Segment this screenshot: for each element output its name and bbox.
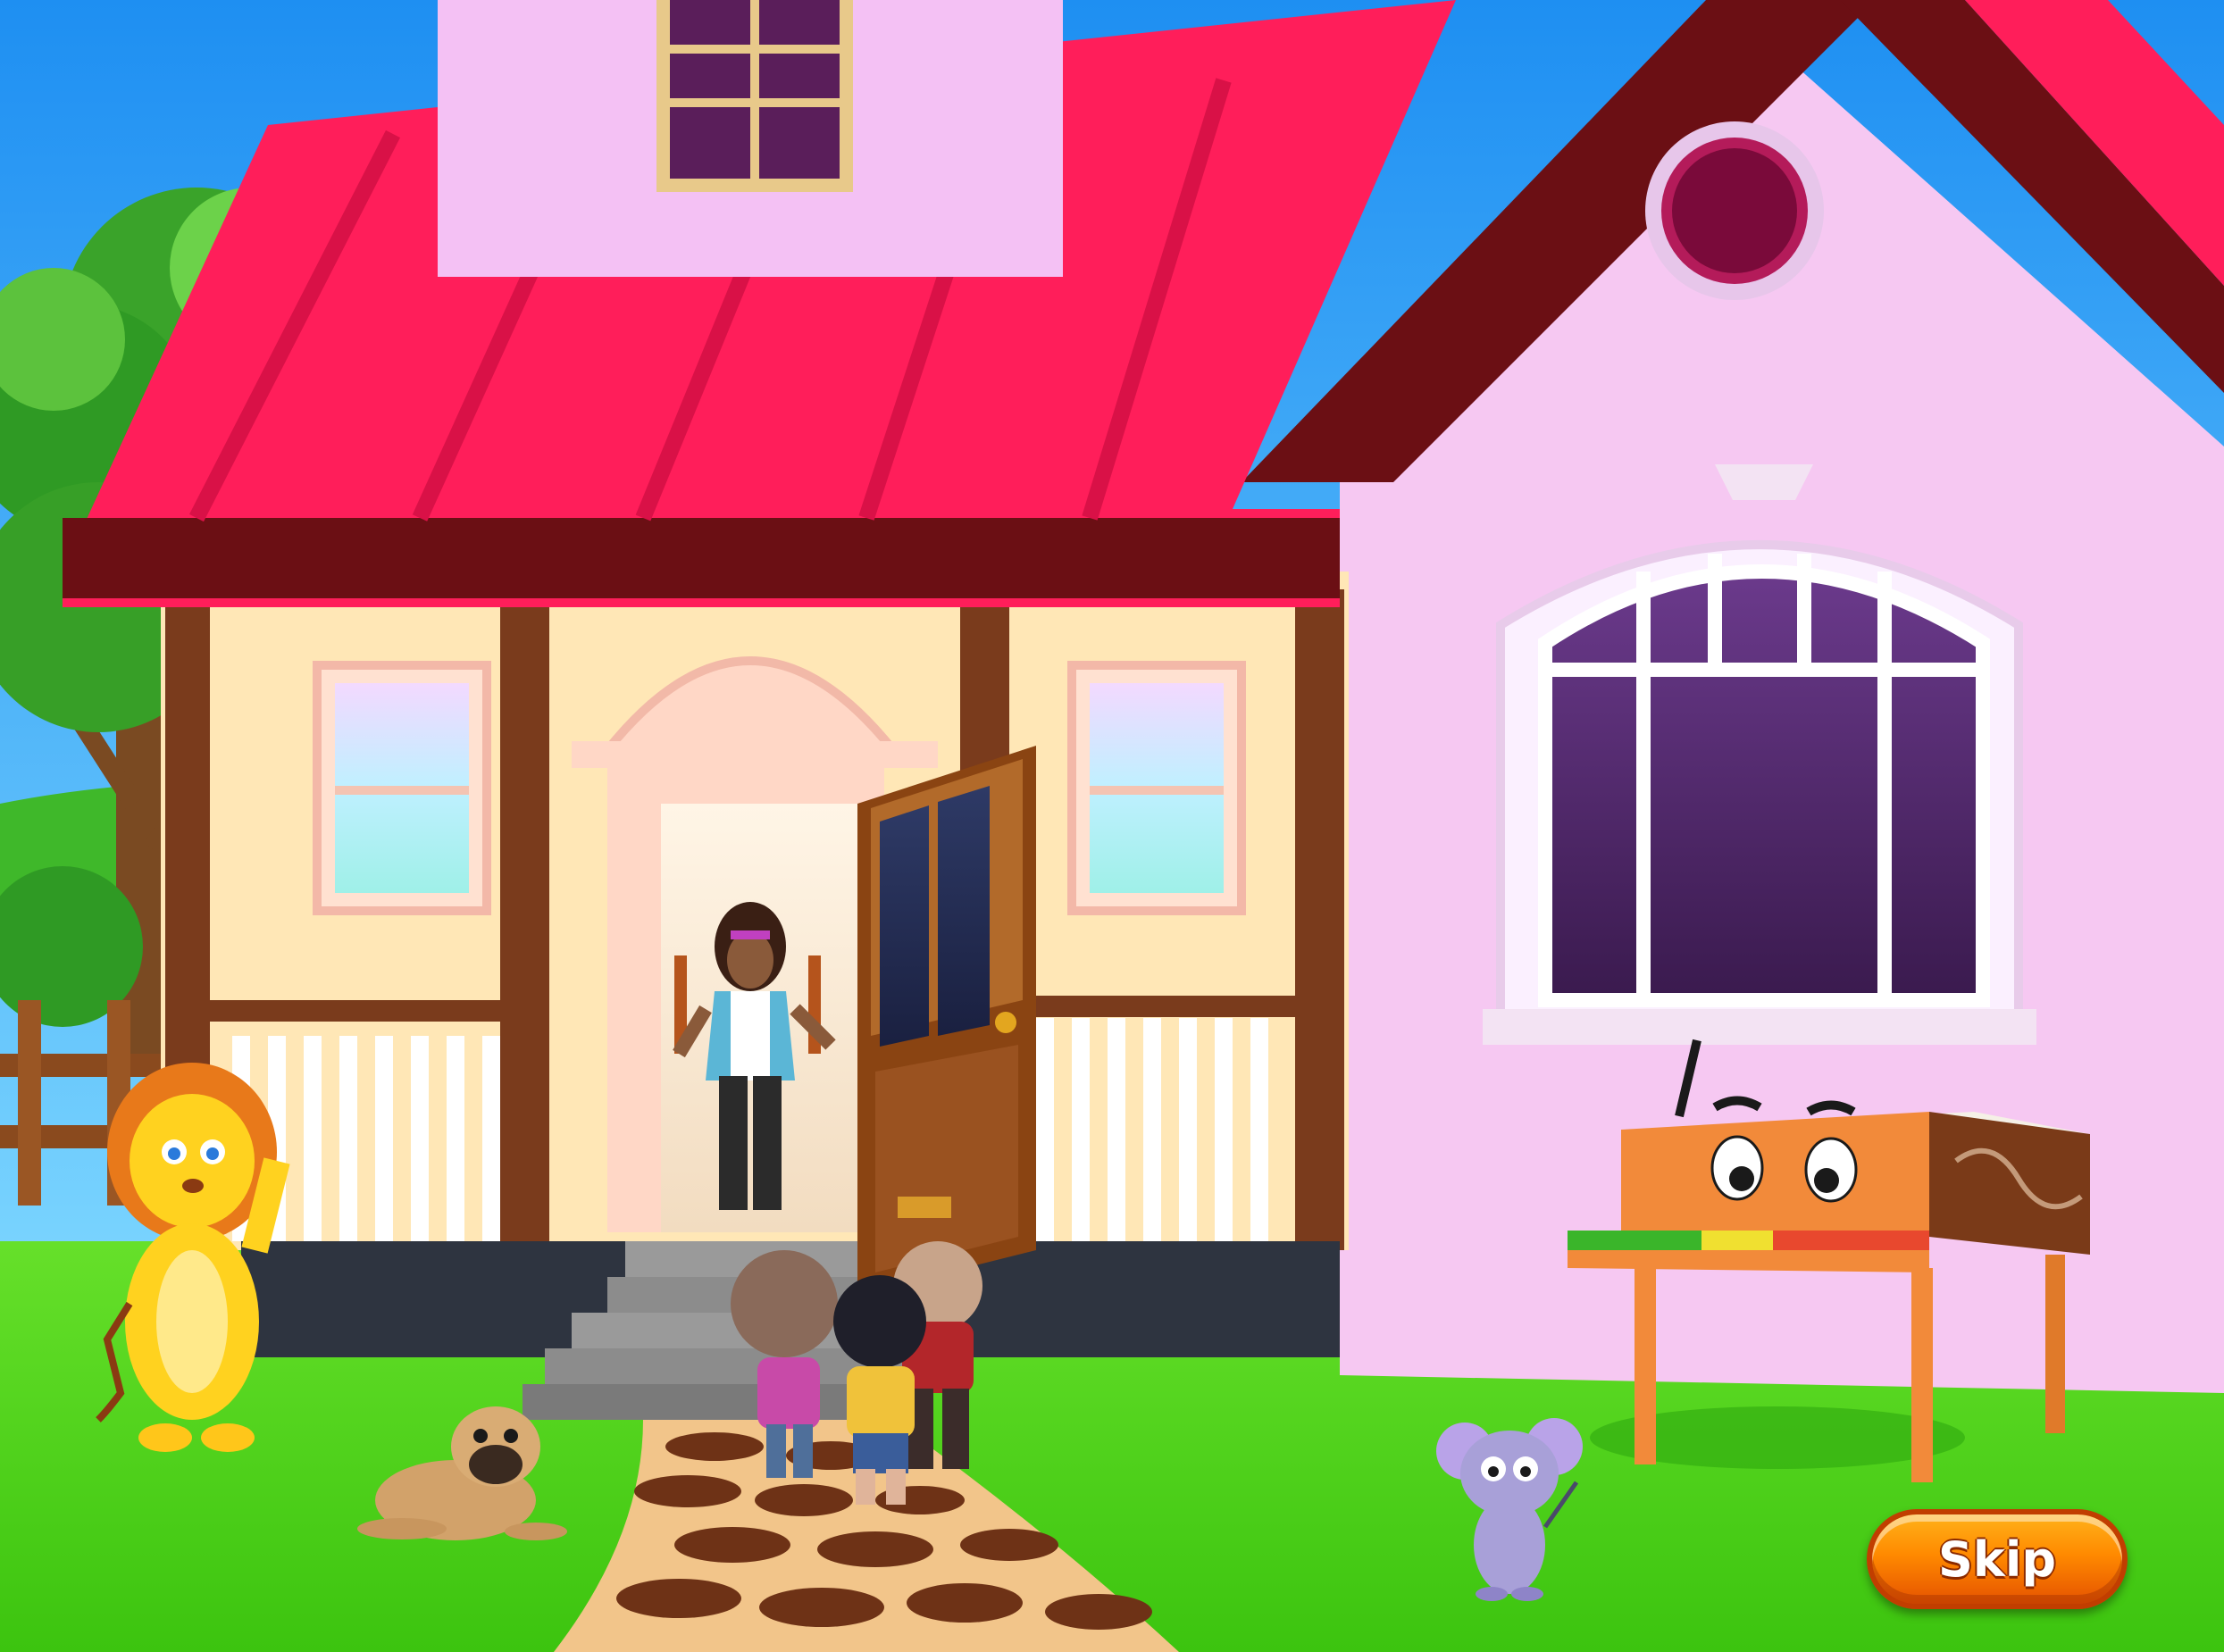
game-scene: Skip	[0, 0, 2224, 1652]
skip-button[interactable]: Skip	[1867, 1509, 2128, 1609]
scene-canvas	[0, 0, 2224, 1652]
front-door[interactable]	[857, 746, 1036, 1295]
